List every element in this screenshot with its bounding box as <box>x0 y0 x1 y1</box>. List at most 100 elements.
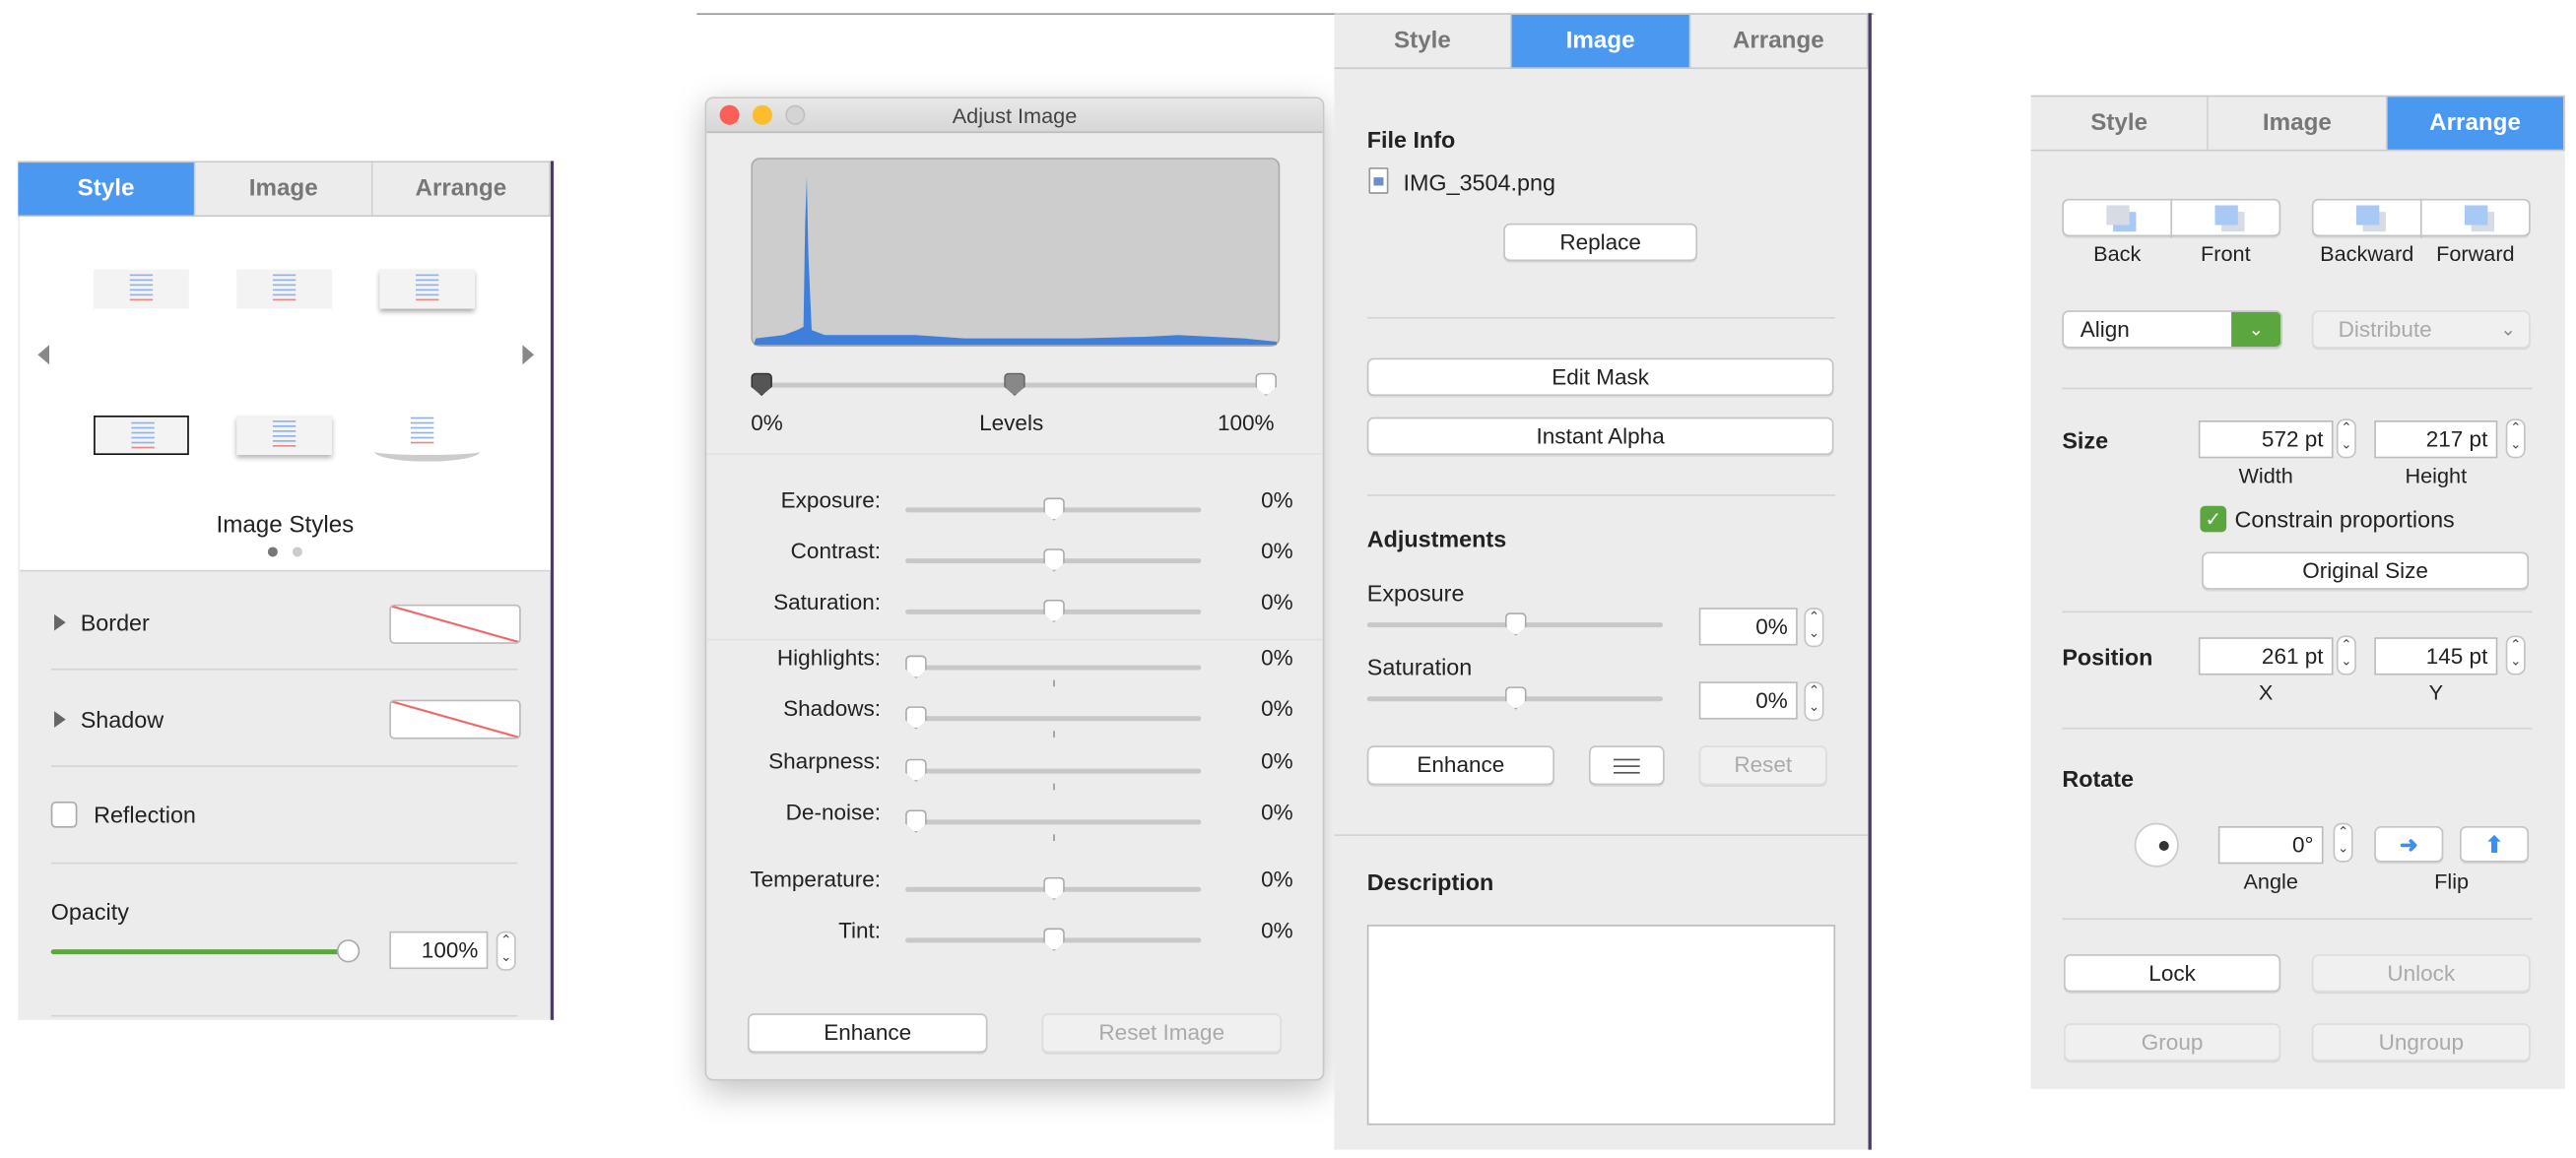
levels-midpoint-handle[interactable] <box>1004 372 1025 396</box>
adjust-slider[interactable] <box>905 665 1202 671</box>
adjust-slider-thumb[interactable] <box>905 655 927 678</box>
backward-button[interactable] <box>2311 198 2422 237</box>
adjust-slider-thumb[interactable] <box>905 758 927 782</box>
enhance-button[interactable]: Enhance <box>1366 745 1554 786</box>
x-stepper[interactable]: ⌃ ⌄ <box>2336 635 2356 676</box>
align-dropdown[interactable]: Align ⌄ <box>2062 310 2282 349</box>
exposure-stepper[interactable]: ⌃ ⌄ <box>1804 608 1824 648</box>
saturation-slider-thumb[interactable] <box>1504 686 1527 710</box>
constrain-proportions-checkbox[interactable]: ✓ <box>2200 505 2227 533</box>
opacity-slider[interactable] <box>50 949 351 955</box>
width-stepper[interactable]: ⌃ ⌄ <box>2336 418 2356 459</box>
back-button[interactable] <box>2062 198 2173 237</box>
adjust-slider-thumb[interactable] <box>1043 548 1065 572</box>
style-thumbnail[interactable] <box>94 416 189 456</box>
opacity-field[interactable]: 100% <box>389 931 489 970</box>
shadow-label[interactable]: Shadow <box>81 706 164 733</box>
adjust-image-button[interactable] <box>1588 745 1665 786</box>
exposure-field[interactable]: 0% <box>1698 608 1798 646</box>
angle-stepper[interactable]: ⌃ ⌄ <box>2333 822 2353 863</box>
style-thumbnail[interactable] <box>374 412 481 462</box>
angle-label: Angle <box>2243 868 2298 894</box>
arrow-right-icon: ➜ <box>2399 832 2418 858</box>
group-button[interactable]: Group <box>2064 1023 2281 1062</box>
file-name: IMG_3504.png <box>1403 168 1555 196</box>
width-field[interactable]: 572 pt <box>2198 420 2334 459</box>
levels-black-point-handle[interactable] <box>751 372 772 396</box>
tab-arrange[interactable]: Arrange <box>372 162 551 216</box>
adjust-slider[interactable] <box>905 819 1202 825</box>
file-info-heading: File Info <box>1366 126 1456 154</box>
front-button[interactable] <box>2170 198 2281 237</box>
style-thumbnail[interactable] <box>236 416 332 456</box>
exposure-slider-thumb[interactable] <box>1504 612 1527 636</box>
image-inspector-panel: Style Image Arrange File Info IMG_3504.p… <box>1334 13 1872 1150</box>
adjust-slider-thumb[interactable] <box>1043 928 1065 951</box>
opacity-slider-thumb[interactable] <box>336 939 361 963</box>
instant-alpha-button[interactable]: Instant Alpha <box>1366 417 1834 456</box>
opacity-stepper[interactable]: ⌃ ⌄ <box>495 931 516 971</box>
tab-image[interactable]: Image <box>2209 96 2388 150</box>
adjust-image-window: Adjust Image 0% Levels 100% Exposure: 0%… <box>704 96 1325 1081</box>
ungroup-button[interactable]: Ungroup <box>2311 1023 2531 1062</box>
slider-value: 0% <box>1261 748 1293 774</box>
levels-white-point-handle[interactable] <box>1255 372 1278 396</box>
tab-arrange[interactable]: Arrange <box>1689 15 1869 68</box>
unlock-button[interactable]: Unlock <box>2311 954 2531 993</box>
distribute-dropdown[interactable]: Distribute ⌄ <box>2311 310 2531 349</box>
tab-image[interactable]: Image <box>1512 15 1690 68</box>
inspector-tabs: Style Image Arrange <box>1334 13 1869 70</box>
shadow-well[interactable] <box>389 699 521 740</box>
forward-button[interactable] <box>2419 198 2531 237</box>
reset-button[interactable]: Reset <box>1698 745 1827 786</box>
adjust-slider-thumb[interactable] <box>1043 497 1065 521</box>
adjust-slider[interactable] <box>905 768 1202 774</box>
angle-field[interactable]: 0° <box>2217 826 2324 865</box>
flip-horizontal-button[interactable]: ➜ <box>2374 826 2444 863</box>
adjust-slider-thumb[interactable] <box>905 706 927 730</box>
slider-value: 0% <box>1261 867 1293 892</box>
slider-label: Exposure: <box>780 487 882 513</box>
style-thumbnail[interactable] <box>94 269 189 309</box>
slider-label: Tint: <box>838 918 882 943</box>
edit-mask-button[interactable]: Edit Mask <box>1366 357 1834 396</box>
description-textarea[interactable] <box>1366 925 1836 1126</box>
tab-style[interactable]: Style <box>1334 15 1513 68</box>
height-field[interactable]: 217 pt <box>2374 420 2498 459</box>
reflection-checkbox[interactable] <box>50 801 78 828</box>
tab-arrange[interactable]: Arrange <box>2387 96 2565 150</box>
enhance-button[interactable]: Enhance <box>747 1013 988 1054</box>
height-stepper[interactable]: ⌃ ⌄ <box>2505 418 2526 459</box>
y-stepper[interactable]: ⌃ ⌄ <box>2505 635 2526 676</box>
page-dot[interactable] <box>292 547 302 557</box>
style-thumbnail[interactable] <box>379 269 476 309</box>
next-arrow-icon[interactable] <box>522 345 535 365</box>
style-thumbnail[interactable] <box>236 269 332 309</box>
saturation-field[interactable]: 0% <box>1698 681 1798 720</box>
saturation-stepper[interactable]: ⌃ ⌄ <box>1804 681 1824 722</box>
slider-value: 0% <box>1261 589 1293 614</box>
y-field[interactable]: 145 pt <box>2374 637 2498 676</box>
tab-style[interactable]: Style <box>2030 96 2210 150</box>
border-label[interactable]: Border <box>81 610 150 636</box>
adjust-slider-thumb[interactable] <box>1043 599 1065 623</box>
disclosure-triangle-icon[interactable] <box>54 711 66 728</box>
tab-style[interactable]: Style <box>18 162 196 216</box>
border-well[interactable] <box>389 604 521 644</box>
tab-image[interactable]: Image <box>195 162 373 216</box>
original-size-button[interactable]: Original Size <box>2202 551 2530 590</box>
previous-arrow-icon[interactable] <box>37 345 50 365</box>
rotation-dial[interactable] <box>2134 822 2179 868</box>
inspector-tabs: Style Image Arrange <box>18 161 551 218</box>
lock-button[interactable]: Lock <box>2064 954 2281 993</box>
x-field[interactable]: 261 pt <box>2198 637 2334 676</box>
page-dot-active[interactable] <box>267 547 278 557</box>
adjust-slider-thumb[interactable] <box>905 809 927 833</box>
replace-button[interactable]: Replace <box>1503 223 1698 262</box>
exposure-label: Exposure <box>1366 579 1465 607</box>
flip-vertical-button[interactable]: ⬆ <box>2459 826 2530 863</box>
adjust-slider-thumb[interactable] <box>1043 876 1065 901</box>
reset-image-button[interactable]: Reset Image <box>1041 1013 1283 1054</box>
adjust-slider[interactable] <box>905 716 1202 722</box>
disclosure-triangle-icon[interactable] <box>54 613 66 631</box>
